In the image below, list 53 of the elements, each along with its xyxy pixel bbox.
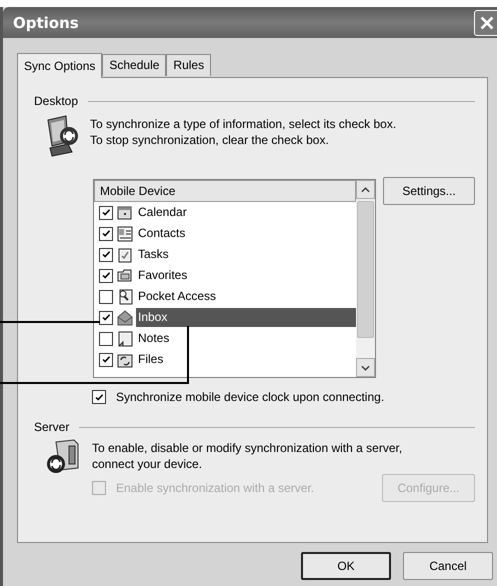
checkbox[interactable] [99,352,113,366]
list-item[interactable]: Contacts [136,224,356,243]
list-item[interactable]: Tasks [136,245,356,264]
close-button[interactable] [474,10,497,36]
tab[interactable]: Rules [166,54,212,76]
item-icon [117,288,133,304]
list-item[interactable]: Calendar [136,203,356,222]
group-label: Desktop [34,94,78,108]
cancel-button[interactable]: Cancel [403,552,493,580]
checkbox[interactable] [92,390,106,404]
checkbox[interactable] [99,268,113,282]
column-header[interactable]: Mobile Device [94,180,356,202]
window-title: Options [13,14,79,32]
item-icon [117,246,133,262]
tab[interactable]: Schedule [102,54,166,76]
checkbox[interactable] [99,248,113,262]
list-item[interactable]: Inbox [136,308,356,327]
checkmark-icon [102,313,110,322]
instruction-text: To enable, disable or modify synchronization with a server, [92,440,402,456]
item-icon [117,226,133,242]
checkbox[interactable] [99,310,113,324]
scroll-up-button[interactable] [356,180,375,199]
settings-button[interactable]: Settings... [383,177,475,205]
item-icon [117,310,133,326]
checkmark-icon [102,271,110,280]
checkmark-icon [102,250,110,259]
scroll-down-button[interactable] [356,358,375,377]
instruction-text: connect your device. [92,456,204,472]
checkbox-label: Synchronize mobile device clock upon connecting. [116,390,384,404]
checkbox[interactable] [99,206,113,220]
tab[interactable]: Sync Options [17,53,102,78]
ok-button[interactable]: OK [301,552,391,580]
checkmark-icon [102,208,110,217]
instruction-text: To stop synchronization, clear the check box. [90,132,330,148]
list-item[interactable]: Favorites [136,266,356,285]
scroll-thumb[interactable] [357,201,374,338]
checkmark-icon [102,229,110,238]
group-label: Server [34,420,70,434]
checkbox[interactable] [99,332,113,346]
list-item[interactable]: Notes [136,329,356,348]
checkmark-icon [94,392,104,402]
item-icon [117,352,133,368]
item-icon [117,268,133,284]
instruction-text: To synchronize a type of information, select its check box. [90,116,396,132]
checkbox[interactable] [99,290,113,304]
checkbox-label: Enable synchronization with a server. [116,481,314,495]
list-item[interactable]: Files [136,350,356,369]
list-item[interactable]: Pocket Access [136,287,356,306]
checkmark-icon [102,355,110,364]
scrollbar[interactable] [356,180,375,377]
item-icon [117,204,133,220]
item-icon [117,330,133,346]
checkbox[interactable] [99,226,113,240]
